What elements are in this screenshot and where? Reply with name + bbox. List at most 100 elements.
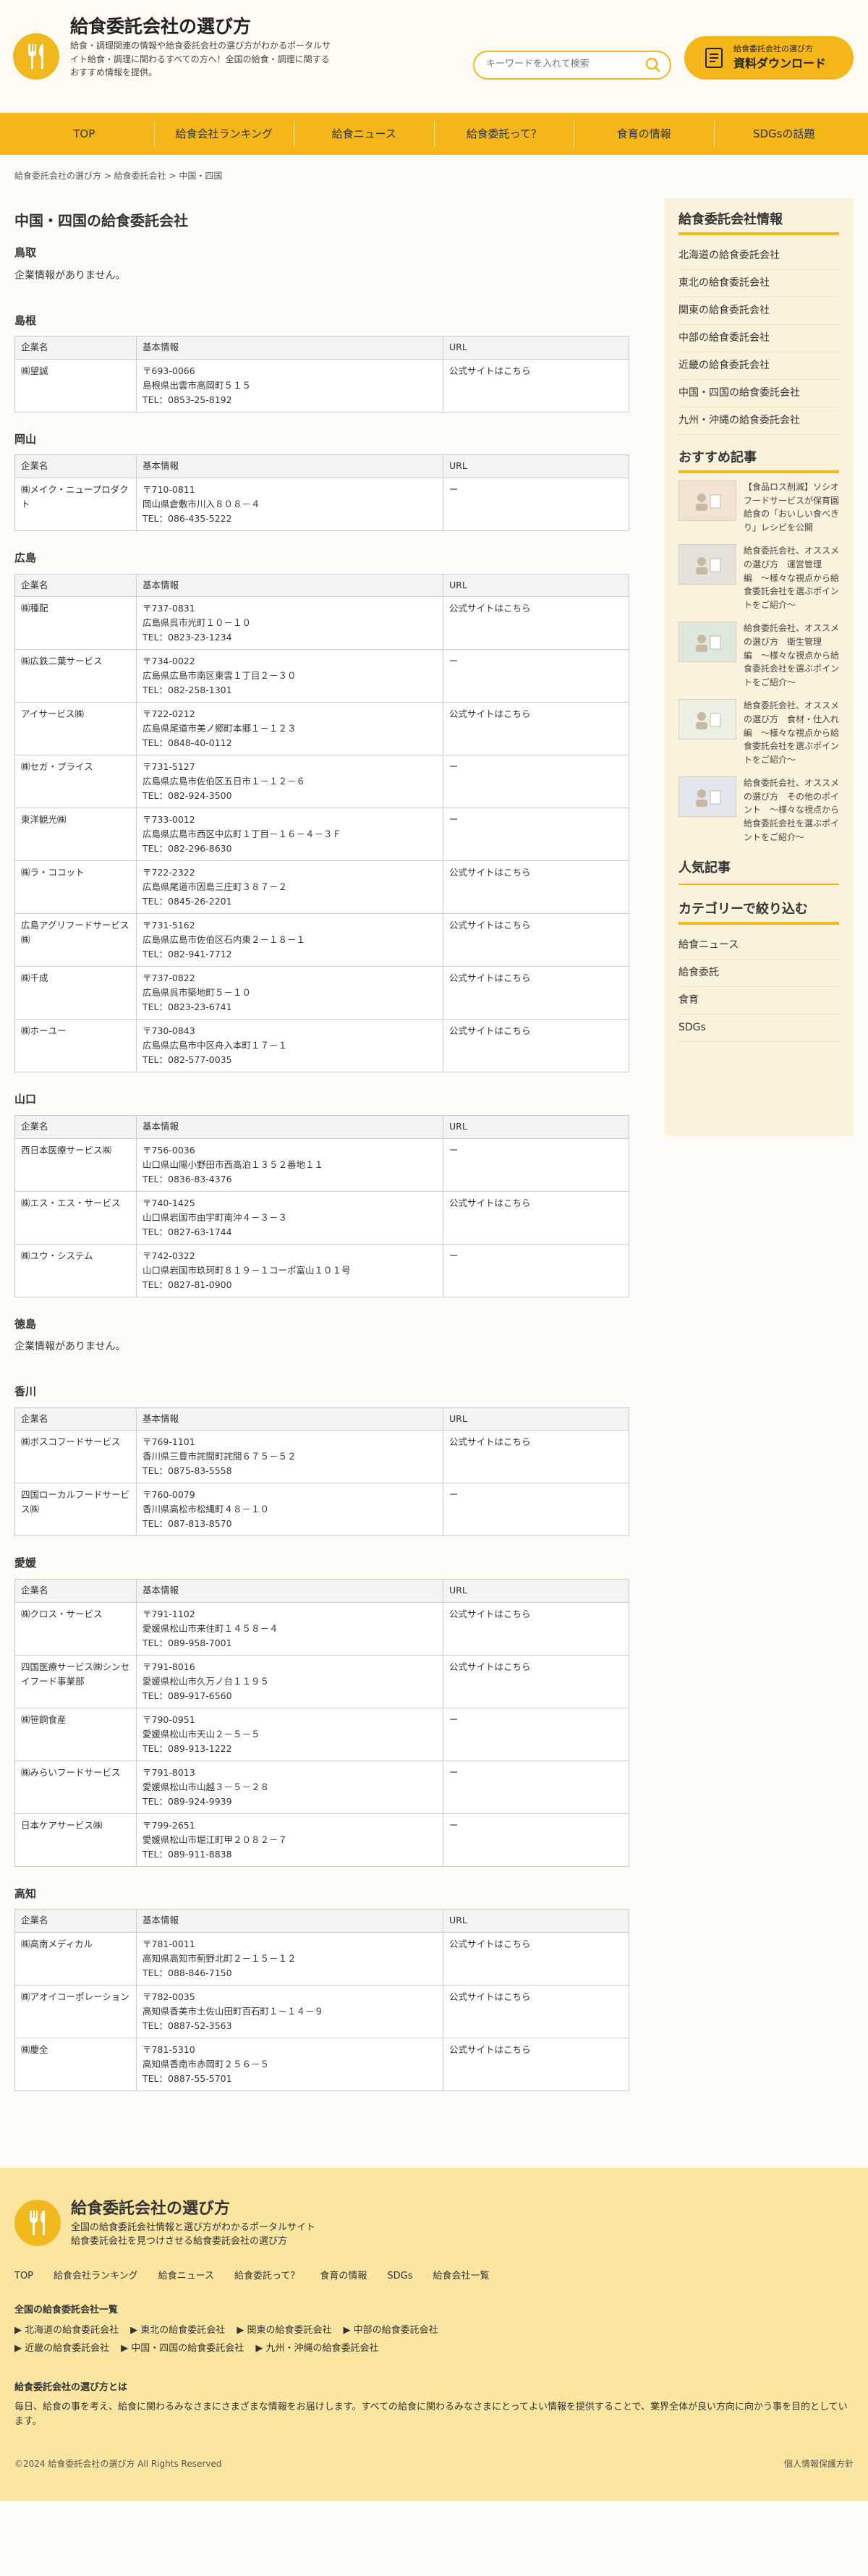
- site-logo[interactable]: [13, 33, 59, 80]
- footer-about-heading: 給食委託会社の選び方とは: [14, 2381, 128, 2393]
- sidebar-region-link[interactable]: 中国・四国の給食委託会社: [678, 380, 839, 407]
- postal-code: 〒791-8016: [142, 1661, 195, 1672]
- search-input[interactable]: [486, 59, 631, 69]
- nav-news[interactable]: 給食ニュース: [294, 121, 435, 147]
- footer-nav-link[interactable]: 給食ニュース: [158, 2269, 214, 2284]
- company-name: ㈱セガ・プライス: [14, 755, 137, 809]
- footer-region-link[interactable]: ▶ 中部の給食委託会社: [343, 2323, 438, 2338]
- footer-region-link[interactable]: ▶ 九州・沖縄の給食委託会社: [255, 2342, 378, 2356]
- nav-shokuiku[interactable]: 食育の情報: [574, 121, 715, 147]
- footer-region-link[interactable]: ▶ 中国・四国の給食委託会社: [121, 2342, 244, 2356]
- footer-region-link[interactable]: ▶ 近畿の給食委託会社: [14, 2342, 109, 2356]
- footer-nav-link[interactable]: SDGs: [387, 2269, 412, 2284]
- footer-region-link[interactable]: ▶ 関東の給食委託会社: [237, 2323, 331, 2338]
- table-header-row: 企業名 基本情報 URL: [14, 573, 629, 598]
- footer-nav: TOP 給食会社ランキング 給食ニュース 給食委託って？ 食育の情報 SDGs 給食会社一覧: [14, 2269, 854, 2284]
- privacy-link[interactable]: 個人情報保護方針: [784, 2457, 854, 2470]
- prefecture-block-yamaguchi: 山口 企業名 基本情報 URL 西日本医療サービス㈱ 〒756-0036 山口県山陽小野田市…: [14, 1091, 629, 1297]
- sidebar-region-link[interactable]: 中部の給食委託会社: [678, 325, 839, 352]
- company-info: 〒730-0843 広島県広島市中区舟入本町１７－１ TEL：082-577-003…: [136, 1019, 443, 1073]
- category-link[interactable]: SDGs: [678, 1014, 839, 1043]
- postal-code: 〒799-2651: [142, 1819, 195, 1831]
- table-row: 東洋観光㈱ 〒733-0012 広島県広島市西区中広町１丁目－１６－４－３Ｆ TEL：…: [14, 808, 629, 862]
- footer-logo[interactable]: [14, 2199, 61, 2246]
- official-site-link[interactable]: 公式サイトはこちら: [443, 1654, 629, 1708]
- sidebar-heading-category: カテゴリーで絞り込む: [678, 899, 839, 925]
- category-link[interactable]: 給食委託: [678, 959, 839, 988]
- sidebar-region-link[interactable]: 九州・沖縄の給食委託会社: [678, 407, 839, 435]
- recommended-article[interactable]: 給食委託会社、オススメの選び方 その他のポイント 〜様々な視点から給食委託会社を…: [678, 776, 839, 844]
- company-info: 〒742-0322 山口県岩国市玖珂町８１９－１コーポ富山１０１号 TEL：0827…: [136, 1243, 443, 1297]
- official-site-link[interactable]: 公式サイトはこちら: [443, 1984, 629, 2038]
- phone: TEL：089-917-6560: [142, 1690, 232, 1701]
- table-header-row: 企業名 基本情報 URL: [14, 336, 629, 360]
- footer-region-label: 九州・沖縄の給食委託会社: [265, 2343, 379, 2355]
- table-header-row: 企業名 基本情報 URL: [14, 1909, 629, 1933]
- footer-nav-link[interactable]: 食育の情報: [320, 2269, 367, 2284]
- search-icon[interactable]: [645, 57, 661, 73]
- category-link[interactable]: 給食ニュース: [678, 932, 839, 960]
- official-site-link[interactable]: 公式サイトはこちら: [443, 702, 629, 756]
- url-empty: ー: [443, 649, 629, 703]
- nav-about[interactable]: 給食委託って？: [435, 121, 574, 147]
- recommended-article[interactable]: 【食品ロス削減】ソシオフードサービスが保育園給食の「おいしい食べきり」レシピを公…: [678, 480, 839, 534]
- official-site-link[interactable]: 公式サイトはこちら: [443, 1190, 629, 1245]
- prefecture-block-kagawa: 香川 企業名 基本情報 URL ㈱ボスコフードサービス 〒769-1101 香川県三豊市詫間…: [14, 1384, 629, 1537]
- breadcrumb[interactable]: 給食委託会社の選び方 > 給食委託会社 > 中国・四国: [0, 155, 868, 198]
- nav-ranking[interactable]: 給食会社ランキング: [155, 121, 294, 147]
- company-table: 企業名 基本情報 URL ㈱クロス・サービス 〒791-1102 愛媛県松山市来住町１４５…: [14, 1578, 629, 1867]
- company-info: 〒782-0035 高知県香美市土佐山田町百石町１－１４－９ TEL：0887-52…: [136, 1984, 443, 2038]
- site-title[interactable]: 給食委託会社の選び方: [70, 13, 251, 41]
- official-site-link[interactable]: 公式サイトはこちら: [443, 1931, 629, 1986]
- company-table: 企業名 基本情報 URL ㈱メイク・ニュープロダクト 〒710-0811 岡山県倉敷市川入…: [14, 454, 629, 531]
- table-row: ㈱広鉄二葉サービス 〒734-0022 広島県広島市南区東雲１丁目２－３０ TEL：0…: [14, 649, 629, 703]
- site-header: 給食委託会社の選び方 給食・調理関連の情報や給食委託会社の選び方がわかるポータル…: [0, 0, 868, 113]
- company-info: 〒769-1101 香川県三豊市詫間町詫間６７５－５２ TEL：0875-83-55…: [136, 1430, 443, 1484]
- postal-code: 〒791-8013: [142, 1766, 195, 1778]
- footer-region-link[interactable]: ▶ 北海道の給食委託会社: [14, 2323, 119, 2338]
- official-site-link[interactable]: 公式サイトはこちら: [443, 1019, 629, 1073]
- footer-description-1: 全国の給食委託会社情報と選び方がわかるポータルサイト: [71, 2221, 316, 2233]
- sidebar-region-link[interactable]: 東北の給食委託会社: [678, 270, 839, 297]
- official-site-link[interactable]: 公式サイトはこちら: [443, 860, 629, 915]
- official-site-link[interactable]: 公式サイトはこちら: [443, 1430, 629, 1484]
- recommended-article[interactable]: 給食委託会社、オススメの選び方 衛生管理編 〜様々な視点から給食委託会社を選ぶポ…: [678, 622, 839, 689]
- official-site-link[interactable]: 公式サイトはこちら: [443, 358, 629, 412]
- download-button[interactable]: 給食委託会社の選び方 資料ダウンロード: [684, 36, 854, 80]
- table-row: ㈱ボスコフードサービス 〒769-1101 香川県三豊市詫間町詫間６７５－５２ TEL…: [14, 1430, 629, 1484]
- company-info: 〒760-0079 香川県高松市松縄町４８－１０ TEL：087-813-8570: [136, 1483, 443, 1537]
- official-site-link[interactable]: 公式サイトはこちら: [443, 1601, 629, 1656]
- official-site-link[interactable]: 公式サイトはこちら: [443, 2037, 629, 2091]
- recommended-article[interactable]: 給食委託会社、オススメの選び方 食材・仕入れ編 〜様々な視点から給食委託会社を選…: [678, 699, 839, 766]
- footer-nav-link[interactable]: 給食会社ランキング: [54, 2269, 138, 2284]
- nav-top[interactable]: TOP: [14, 121, 155, 147]
- col-header-url: URL: [443, 1578, 629, 1603]
- footer-region-link[interactable]: ▶ 東北の給食委託会社: [130, 2323, 225, 2338]
- footer-nav-link[interactable]: TOP: [14, 2269, 33, 2284]
- official-site-link[interactable]: 公式サイトはこちら: [443, 966, 629, 1020]
- official-site-link[interactable]: 公式サイトはこちら: [443, 596, 629, 651]
- address: 愛媛県松山市天山２－５－５: [142, 1728, 260, 1740]
- official-site-link[interactable]: 公式サイトはこちら: [443, 913, 629, 967]
- nav-sdgs[interactable]: SDGsの話題: [715, 121, 854, 147]
- site-description: 給食・調理関連の情報や給食委託会社の選び方がわかるポータルサイト給食・調理に関わ…: [70, 41, 331, 78]
- url-empty: ー: [443, 1243, 629, 1297]
- company-table: 企業名 基本情報 URL ㈱高南メディカル 〒781-0011 高知県高知市薊野北町２－１…: [14, 1909, 629, 2091]
- sidebar-region-link[interactable]: 北海道の給食委託会社: [678, 242, 839, 270]
- recommended-article[interactable]: 給食委託会社、オススメの選び方 運営管理編 〜様々な視点から給食委託会社を選ぶポ…: [678, 544, 839, 611]
- footer-title[interactable]: 給食委託会社の選び方: [71, 2197, 315, 2221]
- category-link[interactable]: 食育: [678, 987, 839, 1015]
- sidebar-region-link[interactable]: 関東の給食委託会社: [678, 297, 839, 325]
- url-empty: ー: [443, 755, 629, 809]
- footer-nav-link[interactable]: 給食会社一覧: [433, 2269, 489, 2284]
- article-title: 給食委託会社、オススメの選び方 その他のポイント 〜様々な視点から給食委託会社を…: [744, 778, 840, 842]
- company-table: 企業名 基本情報 URL 西日本医療サービス㈱ 〒756-0036 山口県山陽小野田市西高…: [14, 1114, 629, 1297]
- postal-code: 〒731-5127: [142, 761, 195, 773]
- table-row: ㈱望誠 〒693-0066 島根県出雲市高岡町５１５ TEL：0853-25-8192…: [14, 358, 629, 412]
- sidebar-region-link[interactable]: 近畿の給食委託会社: [678, 352, 839, 380]
- postal-code: 〒790-0951: [142, 1713, 195, 1725]
- table-header-row: 企業名 基本情報 URL: [14, 1407, 629, 1431]
- company-name: 四国ローカルフードサービス㈱: [14, 1483, 137, 1537]
- address: 山口県岩国市玖珂町８１９－１コーポ富山１０１号: [142, 1264, 351, 1276]
- footer-nav-link[interactable]: 給食委託って？: [234, 2269, 299, 2284]
